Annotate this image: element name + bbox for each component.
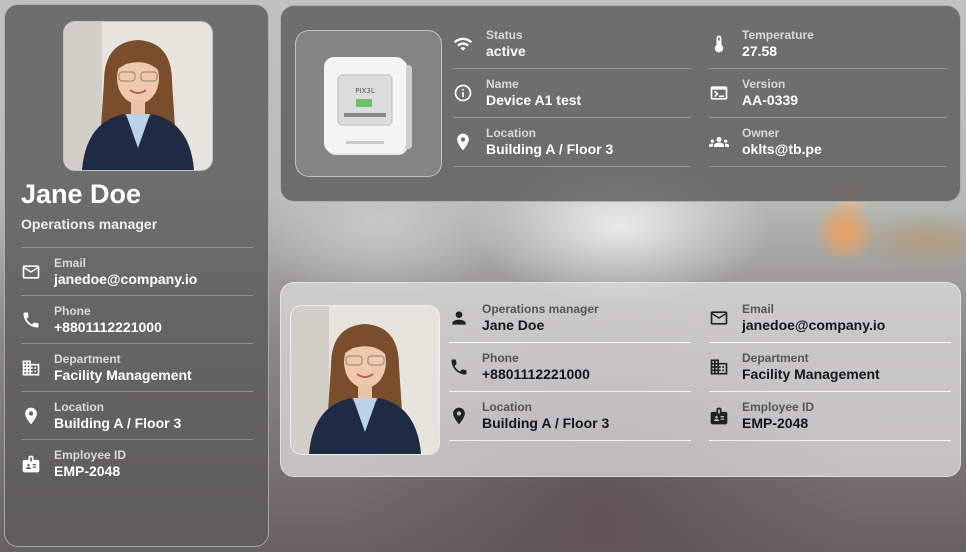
location-value: Building A / Floor 3 [54,414,182,431]
version-label: Version [742,77,786,91]
employee-department-value: Facility Management [742,366,880,382]
device-image: PIX3L [295,30,442,177]
group-icon [709,132,742,152]
mail-icon [709,308,742,328]
email-label: Email [54,255,87,270]
device-location-label: Location [486,126,536,140]
profile-employee-id-row: Employee ID EMP-2048 [21,439,253,487]
employee-email-value[interactable]: janedoe@company.io [742,316,885,334]
mail-icon [21,262,54,282]
profile-location-row: Location Building A / Floor 3 [21,391,253,439]
profile-department-row: Department Facility Management [21,343,253,391]
employee-id-label: Employee ID [742,400,815,414]
person-icon [449,308,482,328]
name-label: Name [486,77,519,91]
employee-department-label: Department [742,351,809,365]
department-label: Department [54,351,121,366]
owner-label: Owner [742,126,780,140]
department-value: Facility Management [54,366,192,383]
employee-location-value: Building A / Floor 3 [482,415,610,431]
temperature-value: 27.58 [742,43,778,59]
location-pin-icon [21,406,54,426]
employee-department-row: Department Facility Management [709,343,951,392]
device-temperature-row: Temperature 27.58 [709,20,947,69]
employee-name-row: Operations manager Jane Doe [449,294,691,343]
employee-email-label: Email [742,302,775,316]
employee-name-value: Jane Doe [482,317,545,333]
status-label: Status [486,28,523,42]
profile-card: Jane Doe Operations manager Email janedo… [4,4,269,547]
profile-phone-row: Phone +8801112221000 [21,295,253,343]
temperature-label: Temperature [742,28,814,42]
employee-photo [290,305,440,455]
thermometer-icon [709,34,742,54]
info-icon [453,83,486,103]
profile-name: Jane Doe [21,179,142,209]
badge-icon [709,406,742,426]
employee-role-label: Operations manager [482,302,599,316]
location-pin-icon [453,132,486,152]
profile-photo [63,21,213,171]
profile-role: Operations manager [21,216,158,232]
employee-phone-row: Phone +8801112221000 [449,343,691,392]
employee-email-row: Email janedoe@company.io [709,294,951,343]
wifi-icon [453,34,486,54]
profile-email-row: Email janedoe@company.io [21,247,253,295]
employee-id-value: EMP-2048 [742,415,809,431]
device-card: PIX3L Status active Temperature 27.58 Na… [280,5,961,202]
badge-icon [21,454,54,474]
employee-phone-label: Phone [482,351,519,365]
location-pin-icon [449,406,482,426]
device-name-row: Name Device A1 test [453,69,691,118]
employee-card: Operations manager Jane Doe Email janedo… [280,282,961,477]
location-label: Location [54,399,104,414]
employee-id-label: Employee ID [54,447,127,462]
status-value: active [486,43,526,59]
employee-location-row: Location Building A / Floor 3 [449,392,691,441]
phone-label: Phone [54,303,91,318]
version-value: AA-0339 [742,92,799,108]
employee-phone-value[interactable]: +8801112221000 [482,365,590,383]
owner-value[interactable]: oklts@tb.pe [742,140,822,158]
employee-id-value: EMP-2048 [54,462,121,479]
terminal-icon [709,83,742,103]
building-icon [709,357,742,377]
device-location-value: Building A / Floor 3 [486,141,614,157]
device-status-row: Status active [453,20,691,69]
phone-icon [21,310,54,330]
device-location-row: Location Building A / Floor 3 [453,118,691,167]
employee-id-row: Employee ID EMP-2048 [709,392,951,441]
device-screen-text: PIX3L [355,87,375,95]
phone-value[interactable]: +8801112221000 [54,318,162,336]
employee-location-label: Location [482,400,532,414]
email-value[interactable]: janedoe@company.io [54,270,197,288]
device-owner-row: Owner oklts@tb.pe [709,118,947,167]
phone-icon [449,357,482,377]
device-version-row: Version AA-0339 [709,69,947,118]
building-icon [21,358,54,378]
name-value: Device A1 test [486,92,582,108]
